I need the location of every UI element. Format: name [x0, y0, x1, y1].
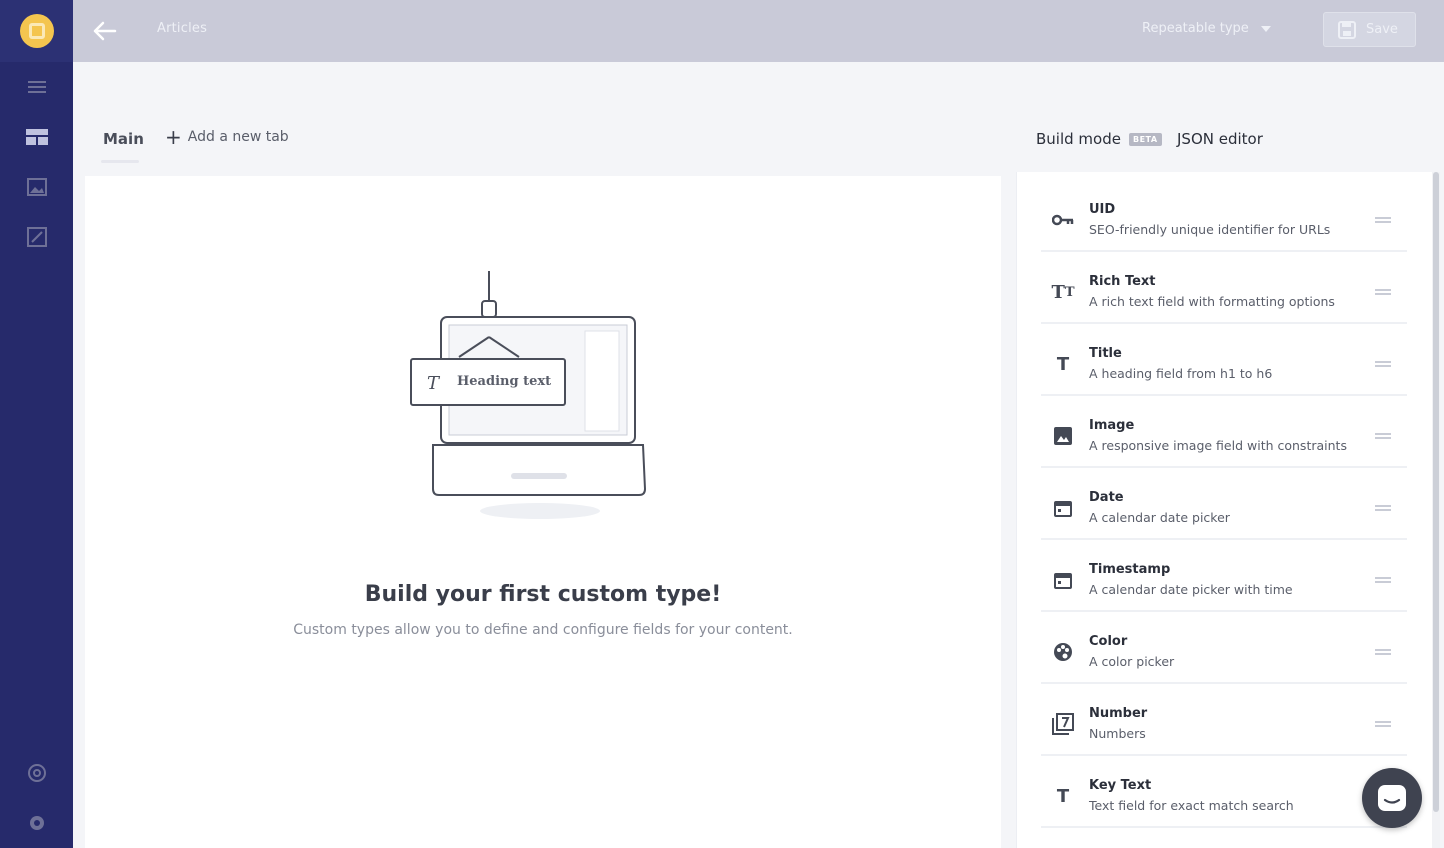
panel-scrollbar-thumb[interactable] — [1433, 172, 1439, 812]
chevron-down-icon — [1260, 25, 1271, 32]
field-name: Image — [1089, 418, 1135, 433]
drag-handle-icon[interactable] — [1375, 289, 1391, 295]
title-icon: T — [1056, 353, 1070, 375]
text-icon: T — [1056, 785, 1070, 807]
field-name: Number — [1089, 706, 1148, 721]
drag-handle-icon[interactable] — [1375, 577, 1391, 583]
field-name: UID — [1089, 202, 1116, 217]
empty-state-subtitle: Custom types allow you to define and con… — [293, 622, 793, 638]
settings-icon[interactable] — [26, 812, 48, 834]
tabs-bar: Main + Add a new tab Build mode BETA JSO… — [73, 62, 1444, 174]
field-desc: A color picker — [1089, 654, 1175, 669]
field-desc: Text field for exact match search — [1089, 798, 1294, 813]
fields-panel: UID SEO-friendly unique identifier for U… — [1016, 172, 1432, 848]
field-rich-text[interactable]: TT Rich Text A rich text field with form… — [1041, 260, 1407, 324]
drag-handle-icon[interactable] — [1375, 433, 1391, 439]
media-icon[interactable] — [26, 176, 48, 198]
json-editor-toggle[interactable]: JSON editor — [1177, 130, 1263, 148]
type-select-label: Repeatable type — [1142, 21, 1249, 36]
field-name: Color — [1089, 634, 1128, 649]
rich-text-icon: TT — [1051, 281, 1075, 303]
drag-handle-icon[interactable] — [1375, 721, 1391, 727]
save-label: Save — [1366, 22, 1398, 37]
field-name: Timestamp — [1089, 562, 1171, 577]
key-icon — [1051, 208, 1075, 232]
field-name: Key Text — [1089, 778, 1152, 793]
number-icon — [1051, 712, 1075, 736]
left-sidebar — [0, 0, 73, 848]
field-color[interactable]: Color A color picker — [1041, 620, 1407, 684]
svg-text:T: T — [427, 373, 441, 394]
field-title[interactable]: T Title A heading field from h1 to h6 — [1041, 332, 1407, 396]
type-select[interactable]: Repeatable type — [1142, 21, 1271, 36]
field-timestamp[interactable]: Timestamp A calendar date picker with ti… — [1041, 548, 1407, 612]
field-name: Title — [1089, 346, 1122, 361]
logo[interactable] — [0, 0, 73, 62]
drag-handle-icon[interactable] — [1375, 649, 1391, 655]
top-header: Articles Repeatable type Save — [73, 0, 1444, 62]
drag-handle-icon[interactable] — [1375, 505, 1391, 511]
build-mode-toggle[interactable]: Build mode BETA — [1036, 130, 1162, 148]
builder-canvas[interactable]: T Heading text Build your first custom t… — [85, 176, 1001, 848]
chat-icon — [1378, 785, 1406, 811]
illustration-heading-text: Heading text — [457, 374, 552, 389]
back-arrow-icon[interactable] — [91, 19, 117, 43]
field-name: Date — [1089, 490, 1124, 505]
build-mode-label: Build mode — [1036, 130, 1121, 148]
edit-icon[interactable] — [26, 226, 48, 248]
field-image[interactable]: Image A responsive image field with cons… — [1041, 404, 1407, 468]
field-desc: A rich text field with formatting option… — [1089, 294, 1335, 309]
plus-icon: + — [165, 125, 182, 149]
empty-state-title: Build your first custom type! — [364, 582, 722, 607]
tab-main-indicator — [101, 160, 139, 163]
help-icon[interactable] — [26, 762, 48, 784]
add-tab-label: Add a new tab — [187, 129, 289, 145]
image-icon — [1051, 424, 1075, 448]
logo-icon — [19, 14, 54, 48]
field-desc: Numbers — [1089, 726, 1146, 741]
calendar-icon — [1051, 568, 1075, 592]
custom-type-title[interactable]: Articles — [157, 21, 207, 36]
drag-handle-icon[interactable] — [1375, 217, 1391, 223]
floppy-icon — [1338, 20, 1356, 39]
drag-handle-icon[interactable] — [1375, 361, 1391, 367]
chat-launcher-button[interactable] — [1362, 768, 1422, 828]
field-desc: A responsive image field with constraint… — [1089, 438, 1347, 453]
field-desc: A calendar date picker — [1089, 510, 1230, 525]
custom-types-icon[interactable] — [26, 126, 48, 148]
tab-main[interactable]: Main — [103, 130, 144, 148]
menu-icon[interactable] — [26, 76, 48, 98]
field-uid[interactable]: UID SEO-friendly unique identifier for U… — [1041, 188, 1407, 252]
field-key-text[interactable]: T Key Text Text field for exact match se… — [1041, 764, 1407, 828]
save-button[interactable]: Save — [1323, 12, 1416, 47]
field-desc: SEO-friendly unique identifier for URLs — [1089, 222, 1331, 237]
field-date[interactable]: Date A calendar date picker — [1041, 476, 1407, 540]
beta-badge: BETA — [1128, 132, 1162, 146]
palette-icon — [1051, 640, 1075, 664]
add-tab-button[interactable]: + Add a new tab — [165, 125, 289, 149]
field-name: Rich Text — [1089, 274, 1156, 289]
field-number[interactable]: Number Numbers — [1041, 692, 1407, 756]
field-desc: A calendar date picker with time — [1089, 582, 1293, 597]
calendar-icon — [1051, 496, 1075, 520]
empty-state-illustration: T Heading text — [405, 271, 665, 541]
field-desc: A heading field from h1 to h6 — [1089, 366, 1273, 381]
